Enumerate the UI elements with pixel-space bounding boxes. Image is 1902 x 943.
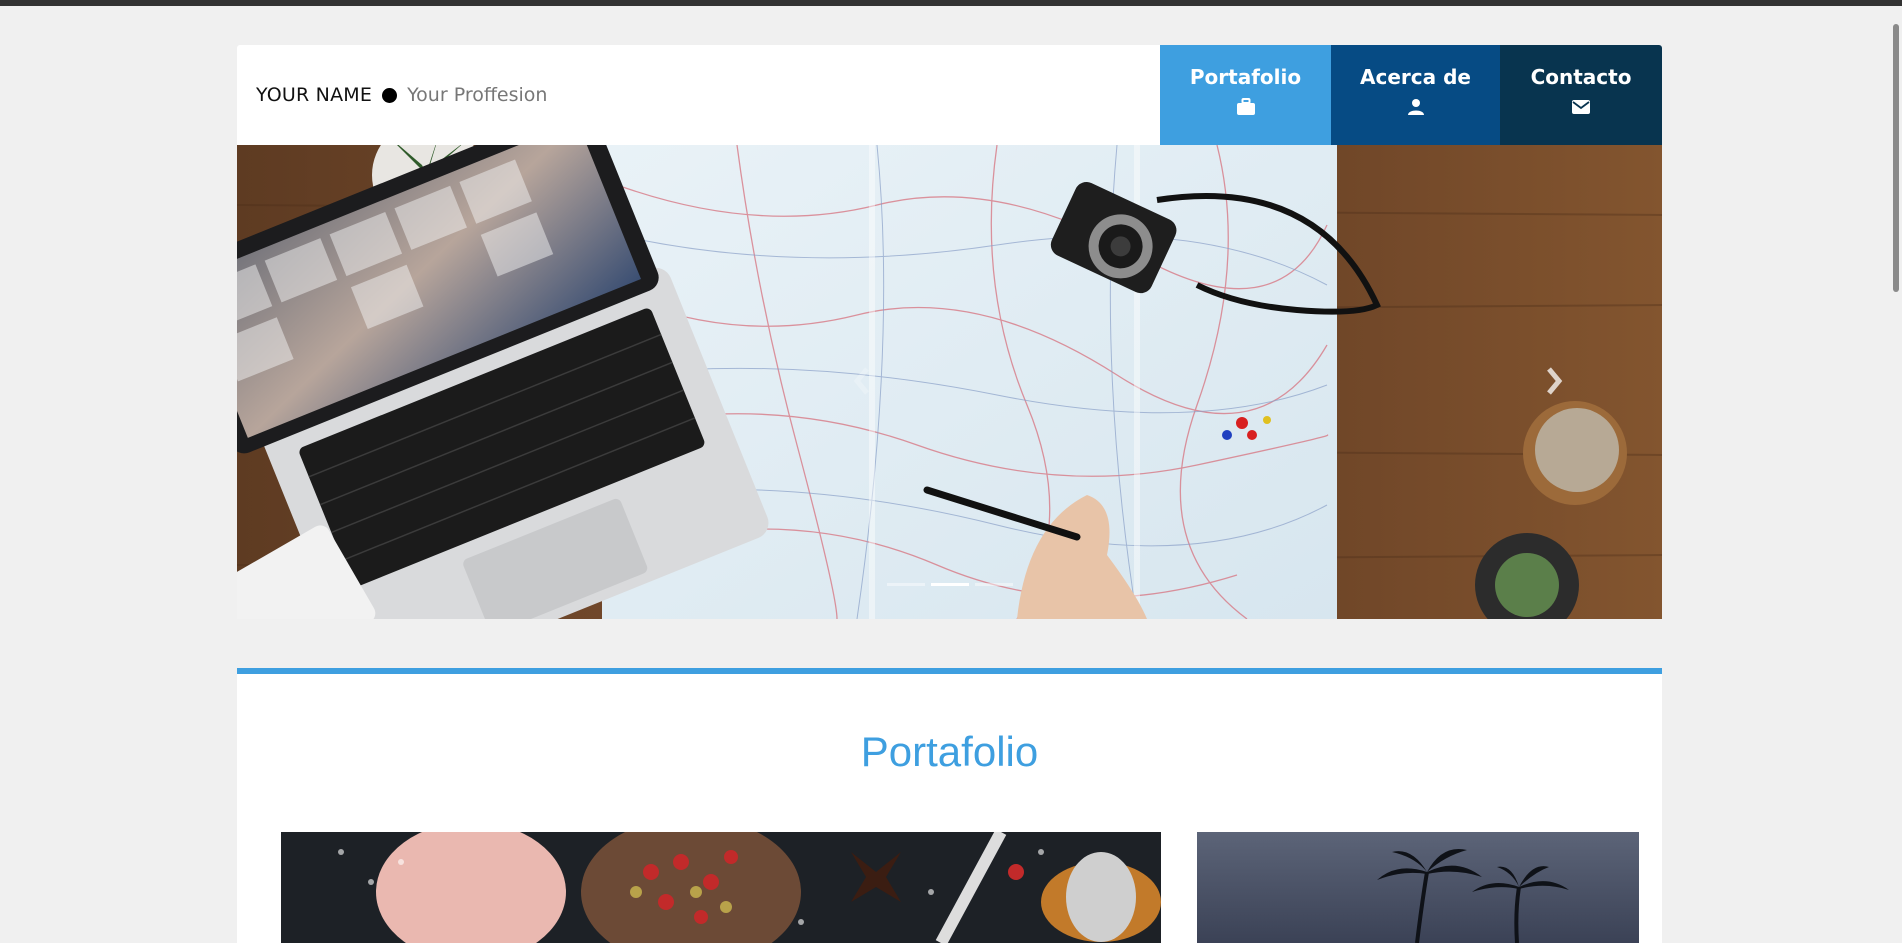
brand: YOUR NAME Your Proffesion: [256, 45, 547, 145]
nav-item-acerca-de[interactable]: Acerca de: [1331, 45, 1500, 145]
portfolio-item[interactable]: [1197, 832, 1639, 943]
main-nav: Portafolio Acerca de Contacto: [1160, 45, 1662, 145]
nav-item-label: Portafolio: [1189, 65, 1302, 89]
mail-icon: [1571, 97, 1591, 117]
portfolio-item-image: [1197, 832, 1639, 943]
section-title: Portafolio: [860, 728, 1039, 775]
briefcase-icon: [1236, 97, 1256, 117]
carousel-indicator[interactable]: [931, 583, 969, 586]
portfolio-section: Portafolio: [237, 668, 1662, 943]
portfolio-item-image: [281, 832, 1161, 943]
brand-name: YOUR NAME: [256, 84, 373, 106]
nav-item-contacto[interactable]: Contacto: [1500, 45, 1662, 145]
hero-carousel: [237, 145, 1662, 619]
carousel-prev-button[interactable]: [847, 361, 877, 401]
browser-top-bar: [0, 0, 1902, 6]
nav-item-portafolio[interactable]: Portafolio: [1160, 45, 1331, 145]
brand-profession: Your Proffesion: [407, 84, 548, 106]
carousel-indicator[interactable]: [887, 583, 925, 586]
chevron-left-icon: [853, 367, 869, 395]
carousel-indicators: [887, 583, 1013, 586]
site-header: YOUR NAME Your Proffesion Portafolio Ace…: [237, 45, 1662, 145]
carousel-next-button[interactable]: [1539, 361, 1569, 401]
scrollbar[interactable]: [1890, 6, 1902, 937]
chevron-right-icon: [1547, 367, 1563, 395]
scrollbar-thumb[interactable]: [1893, 24, 1899, 292]
hero-slide-image: [237, 145, 1662, 619]
portfolio-item[interactable]: [281, 832, 1161, 943]
nav-item-label: Contacto: [1530, 65, 1632, 89]
brand-separator-dot: [382, 87, 398, 103]
carousel-indicator[interactable]: [975, 583, 1013, 586]
person-icon: [1406, 97, 1426, 117]
nav-item-label: Acerca de: [1360, 65, 1471, 89]
